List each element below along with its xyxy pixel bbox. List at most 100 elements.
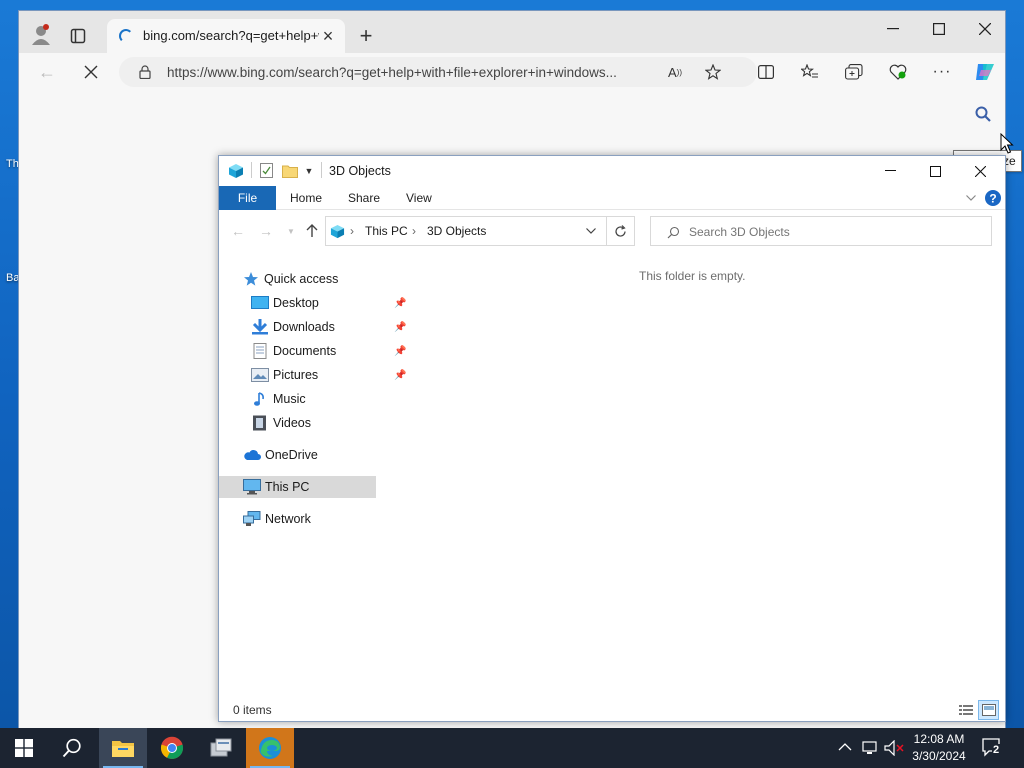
pin-icon[interactable]: 📌 bbox=[394, 322, 406, 333]
forward-arrow-icon[interactable]: → bbox=[257, 223, 275, 239]
browser-tab[interactable]: bing.com/search?q=get+help+w × bbox=[107, 19, 345, 53]
breadcrumb-3d-objects[interactable]: 3D Objects bbox=[427, 224, 486, 238]
3d-objects-icon bbox=[227, 162, 245, 180]
address-dropdown-icon[interactable] bbox=[584, 225, 598, 237]
downloads-icon bbox=[252, 319, 268, 335]
nav-item-label: Music bbox=[273, 392, 306, 406]
nav-item-documents[interactable]: Documents 📌 bbox=[251, 340, 406, 362]
collections-icon[interactable] bbox=[843, 61, 865, 83]
profile-icon[interactable] bbox=[29, 23, 53, 47]
navigation-pane: Quick access Desktop 📌 Downloads 📌 Docum… bbox=[219, 266, 406, 686]
breadcrumb-separator-icon[interactable]: › bbox=[350, 224, 354, 238]
nav-quick-access[interactable]: Quick access bbox=[243, 268, 379, 290]
minimize-icon[interactable] bbox=[879, 160, 901, 182]
loading-spinner-icon bbox=[119, 29, 133, 43]
taskbar-app[interactable] bbox=[197, 728, 245, 768]
nav-item-desktop[interactable]: Desktop 📌 bbox=[251, 292, 406, 314]
nav-this-pc[interactable]: This PC bbox=[219, 476, 376, 498]
tab-view[interactable]: View bbox=[406, 186, 432, 210]
start-button[interactable] bbox=[0, 728, 48, 768]
pin-icon[interactable]: 📌 bbox=[394, 370, 406, 381]
breadcrumb-separator-icon[interactable]: › bbox=[412, 224, 416, 238]
favorites-icon[interactable] bbox=[799, 61, 821, 83]
tab-home[interactable]: Home bbox=[290, 186, 322, 210]
windows-logo-icon bbox=[15, 739, 33, 757]
volume-muted-icon[interactable] bbox=[884, 739, 904, 759]
back-arrow-icon[interactable]: ← bbox=[35, 61, 59, 83]
search-box[interactable] bbox=[650, 216, 992, 246]
tab-file[interactable]: File bbox=[219, 186, 276, 210]
new-tab-button[interactable]: + bbox=[355, 23, 377, 48]
desktop-icon bbox=[251, 296, 269, 309]
chrome-icon bbox=[160, 736, 184, 759]
documents-icon bbox=[253, 343, 267, 359]
onedrive-cloud-icon bbox=[244, 450, 261, 460]
tab-actions-icon[interactable] bbox=[67, 25, 89, 47]
nav-item-label: Documents bbox=[273, 344, 337, 358]
lock-icon[interactable] bbox=[137, 64, 153, 80]
browser-toolbar: ← https://www.bing.com/search?q=get+help… bbox=[19, 53, 1005, 91]
nav-item-pictures[interactable]: Pictures 📌 bbox=[251, 364, 406, 386]
file-explorer-window: ▼ 3D Objects File Home Share View ? ← → … bbox=[218, 155, 1006, 722]
taskbar-search-button[interactable] bbox=[48, 728, 96, 768]
taskbar-file-explorer[interactable] bbox=[99, 728, 147, 768]
details-view-icon[interactable] bbox=[957, 701, 975, 719]
nav-item-music[interactable]: Music bbox=[251, 388, 379, 410]
system-clock[interactable]: 12:08 AM 3/30/2024 bbox=[908, 731, 970, 765]
breadcrumb[interactable]: › This PC › 3D Objects bbox=[325, 216, 607, 246]
close-window-icon[interactable] bbox=[973, 17, 997, 41]
expand-ribbon-icon[interactable] bbox=[963, 190, 979, 206]
copilot-icon[interactable] bbox=[971, 58, 999, 86]
quick-access-toolbar-dropdown-icon[interactable]: ▼ bbox=[303, 164, 315, 178]
split-screen-icon[interactable] bbox=[755, 61, 777, 83]
properties-icon[interactable] bbox=[259, 163, 275, 179]
large-icons-view-icon[interactable] bbox=[978, 700, 999, 720]
svg-text:?: ? bbox=[989, 192, 996, 206]
pin-icon[interactable]: 📌 bbox=[394, 298, 406, 309]
pictures-icon bbox=[251, 368, 269, 382]
browser-essentials-icon[interactable] bbox=[887, 61, 909, 83]
nav-item-label: Quick access bbox=[264, 272, 339, 286]
action-center-icon[interactable]: 2 bbox=[982, 738, 1002, 761]
read-aloud-icon[interactable]: A)) bbox=[665, 63, 685, 81]
stop-loading-icon[interactable] bbox=[79, 61, 103, 83]
address-bar[interactable]: https://www.bing.com/search?q=get+help+w… bbox=[119, 57, 757, 87]
desktop-icon-label[interactable]: Th bbox=[6, 158, 19, 170]
favorite-star-icon[interactable] bbox=[703, 62, 723, 82]
show-hidden-icons-chevron-icon[interactable] bbox=[838, 740, 852, 755]
videos-icon bbox=[253, 415, 266, 431]
network-status-icon[interactable] bbox=[862, 740, 880, 759]
breadcrumb-this-pc[interactable]: This PC bbox=[365, 224, 408, 238]
minimize-icon[interactable] bbox=[881, 17, 905, 41]
help-icon[interactable]: ? bbox=[984, 189, 1002, 207]
refresh-button[interactable] bbox=[607, 216, 635, 246]
maximize-icon[interactable] bbox=[924, 160, 946, 182]
explorer-title-bar: ▼ 3D Objects bbox=[219, 156, 1005, 186]
maximize-icon[interactable] bbox=[927, 17, 951, 41]
app-window-icon bbox=[210, 738, 232, 757]
pin-icon[interactable]: 📌 bbox=[394, 346, 406, 357]
recent-locations-dropdown-icon[interactable]: ▼ bbox=[285, 224, 297, 238]
navigation-bar: ← → ▼ › This PC › 3D Objects bbox=[219, 210, 1005, 250]
nav-item-label: Desktop bbox=[273, 296, 319, 310]
search-input[interactable] bbox=[689, 223, 979, 241]
settings-more-icon[interactable]: ··· bbox=[931, 61, 953, 83]
new-folder-icon[interactable] bbox=[282, 163, 298, 179]
tab-title: bing.com/search?q=get+help+w bbox=[143, 28, 319, 43]
nav-item-downloads[interactable]: Downloads 📌 bbox=[251, 316, 406, 338]
taskbar-edge[interactable] bbox=[246, 728, 294, 768]
close-window-icon[interactable] bbox=[969, 160, 991, 182]
close-tab-icon[interactable]: × bbox=[317, 25, 339, 47]
up-arrow-icon[interactable] bbox=[303, 222, 321, 240]
nav-item-label: Videos bbox=[273, 416, 311, 430]
taskbar-chrome[interactable] bbox=[148, 728, 196, 768]
back-arrow-icon[interactable]: ← bbox=[229, 223, 247, 239]
url-text[interactable]: https://www.bing.com/search?q=get+help+w… bbox=[167, 65, 657, 80]
ribbon-tabs: File Home Share View ? bbox=[219, 186, 1005, 210]
nav-item-videos[interactable]: Videos bbox=[251, 412, 379, 434]
search-icon[interactable] bbox=[972, 103, 994, 125]
nav-network[interactable]: Network bbox=[243, 508, 379, 530]
nav-item-label: This PC bbox=[265, 480, 310, 494]
nav-onedrive[interactable]: OneDrive bbox=[243, 444, 379, 466]
tab-share[interactable]: Share bbox=[348, 186, 380, 210]
